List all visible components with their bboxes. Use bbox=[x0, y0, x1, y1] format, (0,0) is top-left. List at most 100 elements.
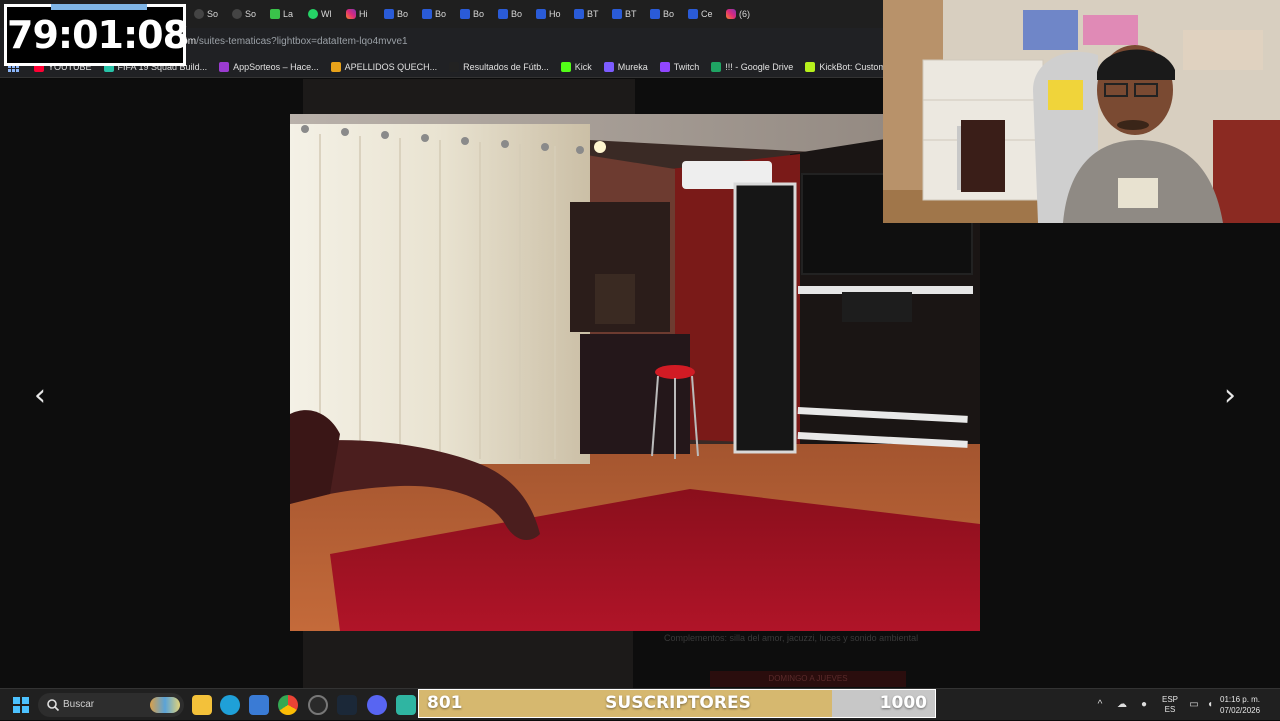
browser-tab[interactable]: La bbox=[266, 3, 304, 25]
booking-icon bbox=[574, 9, 584, 19]
url-field[interactable]: eru.com/suites-tematicas?lightbox=dataIt… bbox=[160, 36, 408, 47]
volume-icon[interactable]: ◖ bbox=[1204, 699, 1216, 711]
subscriber-goal-bar: SUSCRIPTORES 801 1000 bbox=[418, 689, 936, 718]
booking-icon bbox=[612, 9, 622, 19]
bookmark-label: !!! - Google Drive bbox=[725, 61, 794, 72]
browser-tab-label: Bo bbox=[473, 9, 485, 19]
browser-tab[interactable]: Wl bbox=[304, 3, 342, 25]
subscriber-goal-target: 1000 bbox=[879, 693, 927, 713]
bookmark-favicon-icon bbox=[560, 61, 571, 72]
browser-tab-label: La bbox=[283, 9, 294, 19]
browser-tab-label: (6) bbox=[739, 9, 750, 19]
subscriber-goal-label: SUSCRIPTORES bbox=[605, 693, 751, 713]
discord-icon[interactable] bbox=[367, 695, 387, 715]
windows-start-icon[interactable] bbox=[13, 697, 29, 713]
instagram-icon bbox=[346, 9, 356, 19]
booking-icon bbox=[422, 9, 432, 19]
browser-tab-label: Bo bbox=[663, 9, 675, 19]
file-explorer-icon[interactable] bbox=[192, 695, 212, 715]
webcam-feed-illustration bbox=[883, 0, 1280, 223]
latina-icon bbox=[270, 9, 280, 19]
edge-icon[interactable] bbox=[220, 695, 240, 715]
whatsapp-icon bbox=[308, 9, 318, 19]
browser-tab[interactable]: Hi bbox=[342, 3, 380, 25]
store-icon[interactable] bbox=[249, 695, 269, 715]
streamer-webcam-overlay bbox=[883, 0, 1280, 223]
clock-time: 01:16 p. m. bbox=[1220, 695, 1261, 704]
browser-tab[interactable]: BT bbox=[570, 3, 608, 25]
search-highlight-icon bbox=[150, 697, 180, 713]
bookmark-item[interactable]: APELLIDOS QUECH... bbox=[325, 57, 444, 77]
previous-image-arrow[interactable]: ‹ bbox=[28, 379, 52, 413]
chevron-up-icon[interactable]: ^ bbox=[1094, 699, 1106, 711]
booking-icon bbox=[384, 9, 394, 19]
browser-tab[interactable]: BT bbox=[608, 3, 646, 25]
browser-tab[interactable]: Ho bbox=[532, 3, 570, 25]
browser-tab-label: So bbox=[207, 9, 219, 19]
bookmark-favicon-icon bbox=[805, 61, 816, 72]
microphone-icon[interactable]: ● bbox=[1138, 699, 1150, 711]
search-icon bbox=[47, 699, 60, 712]
notes-app-icon[interactable] bbox=[396, 695, 416, 715]
background-image-strip bbox=[303, 631, 633, 688]
booking-icon bbox=[650, 9, 660, 19]
background-image-strip bbox=[303, 79, 635, 114]
browser-tab-label: Ho bbox=[549, 9, 561, 19]
browser-tab[interactable]: Ce bbox=[684, 3, 722, 25]
url-path: /suites-tematicas?lightbox=dataItem-lqo4… bbox=[196, 36, 408, 47]
taskbar-clock[interactable]: 01:16 p. m. 07/02/2026 bbox=[1220, 694, 1260, 716]
bookmark-favicon-icon bbox=[219, 61, 230, 72]
browser-tab-label: Bo bbox=[397, 9, 409, 19]
browser-tab[interactable]: Bo bbox=[418, 3, 456, 25]
browser-tab[interactable]: Bo bbox=[456, 3, 494, 25]
browser-tab[interactable]: Bo bbox=[494, 3, 532, 25]
keyboard-layout: ES bbox=[1164, 705, 1176, 714]
bookmark-label: Mureka bbox=[617, 61, 648, 72]
browser-tab[interactable]: Bo bbox=[380, 3, 418, 25]
browser-tab[interactable]: Bo bbox=[646, 3, 684, 25]
bookmark-item[interactable]: Mureka bbox=[598, 57, 654, 77]
bookmark-favicon-icon bbox=[659, 61, 670, 72]
bookmark-item[interactable]: !!! - Google Drive bbox=[705, 57, 799, 77]
bookmark-label: Kick bbox=[574, 61, 592, 72]
lightbox-room-photo bbox=[290, 114, 980, 631]
stream-timer-overlay: 79:01:08 bbox=[4, 4, 189, 66]
booking-icon bbox=[460, 9, 470, 19]
bookmark-favicon-icon bbox=[711, 61, 722, 72]
browser-tab[interactable]: So bbox=[190, 3, 228, 25]
bookmark-item[interactable]: AppSorteos – Hace... bbox=[213, 57, 325, 77]
language-code: ESP bbox=[1162, 695, 1179, 704]
chrome-icon[interactable] bbox=[278, 695, 298, 715]
browser-tab[interactable]: So bbox=[228, 3, 266, 25]
bookmark-label: APELLIDOS QUECH... bbox=[344, 61, 438, 72]
system-tray: ^ ☁ ● ESP ES ▭ ◖ 01:16 p. m. 07/02/2026 bbox=[1090, 689, 1280, 721]
bookmark-label: Twitch bbox=[673, 61, 700, 72]
browser-tab-label: Ce bbox=[701, 9, 713, 19]
browser-tab-label: Bo bbox=[435, 9, 447, 19]
steam-icon[interactable] bbox=[337, 695, 357, 715]
browser-tab[interactable]: (6) bbox=[722, 3, 760, 25]
taskbar-search-box[interactable]: Buscar bbox=[38, 693, 184, 717]
room-photo-illustration bbox=[290, 114, 980, 631]
bookmark-item[interactable]: Twitch bbox=[654, 57, 706, 77]
bookmark-favicon-icon bbox=[449, 61, 460, 72]
next-image-arrow[interactable]: › bbox=[1218, 379, 1242, 413]
bookmark-favicon-icon bbox=[603, 61, 614, 72]
network-icon[interactable]: ▭ bbox=[1188, 699, 1200, 711]
obs-icon[interactable] bbox=[308, 695, 328, 715]
page-cta-button[interactable]: DOMINGO A JUEVES bbox=[710, 671, 906, 687]
bookmark-favicon-icon bbox=[330, 61, 341, 72]
browser-tab-label: Hi bbox=[359, 9, 368, 19]
clock-date: 07/02/2026 bbox=[1220, 706, 1261, 715]
timer-accent-bar bbox=[51, 4, 147, 10]
browser-tab-label: BT bbox=[587, 9, 599, 19]
soundcloud-icon bbox=[194, 9, 204, 19]
booking-icon bbox=[498, 9, 508, 19]
page-caption-text: Complementos: silla del amor, jacuzzi, l… bbox=[664, 633, 919, 643]
language-indicator[interactable]: ESP ES bbox=[1162, 695, 1178, 715]
browser-tab-label: BT bbox=[625, 9, 637, 19]
browser-tab-label: Bo bbox=[511, 9, 523, 19]
cloud-icon[interactable]: ☁ bbox=[1116, 699, 1128, 711]
bookmark-item[interactable]: Resultados de Fútb... bbox=[443, 57, 555, 77]
bookmark-item[interactable]: Kick bbox=[555, 57, 598, 77]
